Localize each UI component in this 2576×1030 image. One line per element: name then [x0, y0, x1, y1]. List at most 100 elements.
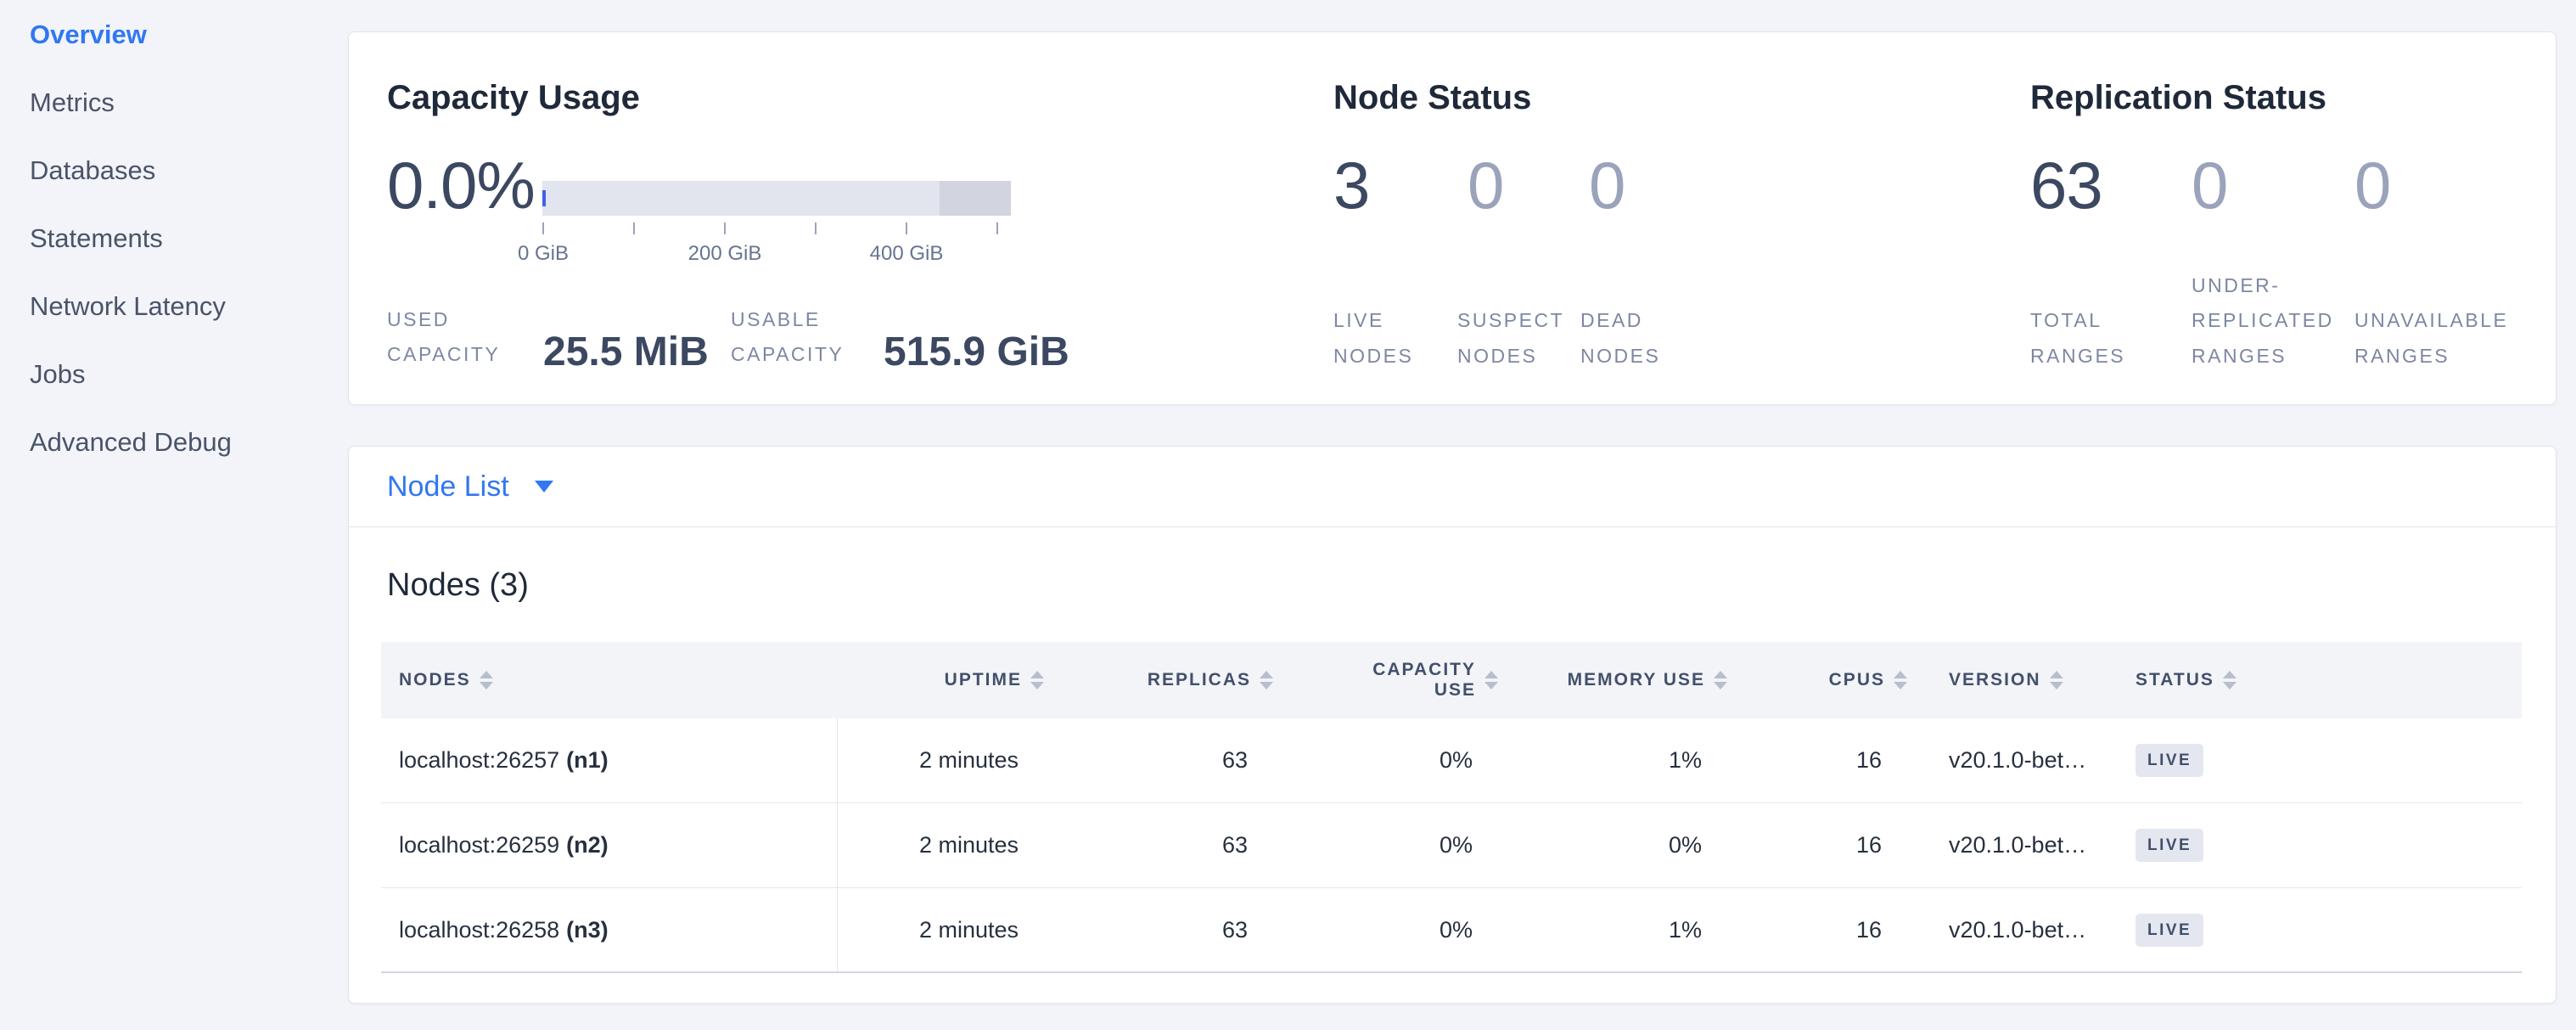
capacity-gauge: 0 GiB 200 GiB 400 GiB: [542, 181, 1011, 216]
replication-status-title: Replication Status: [2030, 79, 2326, 117]
column-header-status[interactable]: STATUS: [2093, 670, 2522, 690]
version-cell: v20.1.0-bet…: [1912, 747, 2093, 774]
table-row[interactable]: localhost:26258 (n3) 2 minutes 63 0% 1% …: [381, 888, 2522, 973]
sidebar-item-advanced-debug[interactable]: Advanced Debug: [0, 408, 348, 476]
column-header-uptime[interactable]: UPTIME: [838, 670, 1049, 690]
under-replicated-label: UNDER-REPLICATED RANGES: [2192, 268, 2346, 374]
dead-nodes-label: DEAD NODES: [1580, 303, 1675, 374]
sort-icon: [2050, 671, 2063, 689]
chevron-down-icon: [535, 481, 553, 492]
node-address: localhost:26257: [399, 747, 559, 774]
sidebar-item-statements[interactable]: Statements: [0, 205, 348, 273]
sidebar-item-jobs[interactable]: Jobs: [0, 341, 348, 408]
usable-capacity-stat: USABLE CAPACITY 515.9 GiB: [731, 302, 1069, 373]
node-address-cell[interactable]: localhost:26258 (n3): [381, 888, 838, 971]
capacity-gauge-used-marker: [542, 190, 546, 206]
status-cell: LIVE: [2093, 829, 2522, 862]
sidebar-item-overview[interactable]: Overview: [0, 1, 348, 69]
column-label: STATUS: [2135, 670, 2214, 690]
suspect-nodes-count: 0: [1468, 149, 1589, 222]
node-address: localhost:26258: [399, 917, 559, 943]
sort-icon: [1260, 671, 1273, 689]
table-row[interactable]: localhost:26257 (n1) 2 minutes 63 0% 1% …: [381, 718, 2522, 803]
axis-tick: [815, 222, 817, 234]
capacity-used-percent: 0.0%: [387, 149, 542, 222]
nodes-table-header: NODES UPTIME REPLICAS CAPACITY USE MEMOR…: [381, 642, 2522, 718]
nodes-count-title: Nodes (3): [387, 567, 529, 604]
replication-status-panel: Replication Status 63 0 0 TOTAL RANGES U…: [2030, 32, 2556, 404]
replicas-cell: 63: [1049, 747, 1278, 774]
capacity-gauge-nonusable-segment: [940, 181, 1011, 216]
capacity-usage-title: Capacity Usage: [387, 79, 640, 117]
column-header-cpus[interactable]: CPUS: [1732, 670, 1912, 690]
node-address: localhost:26259: [399, 832, 559, 858]
column-header-replicas[interactable]: REPLICAS: [1049, 670, 1278, 690]
column-header-memory-use[interactable]: MEMORY USE: [1503, 670, 1732, 690]
status-badge: LIVE: [2135, 744, 2203, 777]
used-capacity-stat: USED CAPACITY 25.5 MiB: [387, 302, 709, 373]
node-list-dropdown-label: Node List: [387, 470, 509, 504]
replicas-cell: 63: [1049, 917, 1278, 943]
total-ranges-count: 63: [2030, 149, 2192, 222]
capacity-stats-row: USED CAPACITY 25.5 MiB USABLE CAPACITY 5…: [387, 302, 1321, 384]
axis-tick: [906, 222, 907, 234]
usable-capacity-value: 515.9 GiB: [884, 332, 1069, 373]
sort-icon: [1484, 671, 1498, 689]
cpus-cell: 16: [1732, 917, 1912, 943]
node-address-cell[interactable]: localhost:26257 (n1): [381, 718, 838, 802]
cpus-cell: 16: [1732, 747, 1912, 774]
memory-use-cell: 1%: [1503, 747, 1732, 774]
column-header-version[interactable]: VERSION: [1912, 670, 2093, 690]
uptime-cell: 2 minutes: [838, 747, 1049, 774]
node-address-cell[interactable]: localhost:26259 (n2): [381, 803, 838, 887]
version-cell: v20.1.0-bet…: [1912, 917, 2093, 943]
status-badge: LIVE: [2135, 829, 2203, 862]
column-label: VERSION: [1949, 670, 2041, 690]
sort-icon: [1030, 671, 1044, 689]
axis-tick: [996, 222, 998, 234]
node-status-title: Node Status: [1333, 79, 1531, 117]
sidebar-item-metrics[interactable]: Metrics: [0, 69, 348, 137]
node-id: (n1): [566, 747, 609, 774]
suspect-nodes-label: SUSPECT NODES: [1457, 303, 1566, 374]
dead-nodes-count: 0: [1589, 149, 1733, 222]
column-label: NODES: [399, 670, 471, 690]
capacity-usage-panel: Capacity Usage 0.0% 0 GiB 200 GiB 400 Gi…: [387, 32, 1321, 404]
under-replicated-count: 0: [2192, 149, 2354, 222]
sidebar-item-network-latency[interactable]: Network Latency: [0, 273, 348, 341]
sort-icon: [1894, 671, 1907, 689]
axis-tick: [633, 222, 635, 234]
column-label: CAPACITY USE: [1357, 660, 1476, 701]
column-header-capacity-use[interactable]: CAPACITY USE: [1278, 660, 1503, 701]
usable-capacity-label: USABLE CAPACITY: [731, 302, 850, 373]
sort-icon: [2223, 671, 2236, 689]
live-nodes-count: 3: [1333, 149, 1468, 222]
uptime-cell: 2 minutes: [838, 917, 1049, 943]
node-id: (n2): [566, 832, 609, 858]
memory-use-cell: 0%: [1503, 832, 1732, 858]
column-label: MEMORY USE: [1568, 670, 1705, 690]
sidebar-item-databases[interactable]: Databases: [0, 137, 348, 205]
node-status-panel: Node Status 3 0 0 LIVE NODES SUSPECT NOD…: [1333, 32, 1928, 404]
node-list-card: Node List Nodes (3) NODES UPTIME REPLICA…: [348, 446, 2556, 1004]
column-label: CPUS: [1829, 670, 1885, 690]
table-row[interactable]: localhost:26259 (n2) 2 minutes 63 0% 0% …: [381, 803, 2522, 888]
column-header-nodes[interactable]: NODES: [381, 670, 838, 690]
axis-tick-label: 400 GiB: [870, 242, 944, 266]
version-cell: v20.1.0-bet…: [1912, 832, 2093, 858]
axis-tick-label: 0 GiB: [518, 242, 569, 266]
capacity-use-cell: 0%: [1278, 747, 1503, 774]
column-label: REPLICAS: [1148, 670, 1251, 690]
replication-labels: TOTAL RANGES UNDER-REPLICATED RANGES UNA…: [2030, 268, 2524, 374]
cluster-summary-card: Capacity Usage 0.0% 0 GiB 200 GiB 400 Gi…: [348, 31, 2556, 405]
unavailable-label: UNAVAILABLE RANGES: [2354, 303, 2514, 374]
sort-icon: [1714, 671, 1727, 689]
used-capacity-label: USED CAPACITY: [387, 302, 506, 373]
cpus-cell: 16: [1732, 832, 1912, 858]
replication-numbers: 63 0 0: [2030, 149, 2524, 222]
node-list-dropdown[interactable]: Node List: [387, 470, 553, 504]
axis-tick: [724, 222, 726, 234]
live-nodes-label: LIVE NODES: [1333, 303, 1428, 374]
capacity-use-cell: 0%: [1278, 832, 1503, 858]
memory-use-cell: 1%: [1503, 917, 1732, 943]
